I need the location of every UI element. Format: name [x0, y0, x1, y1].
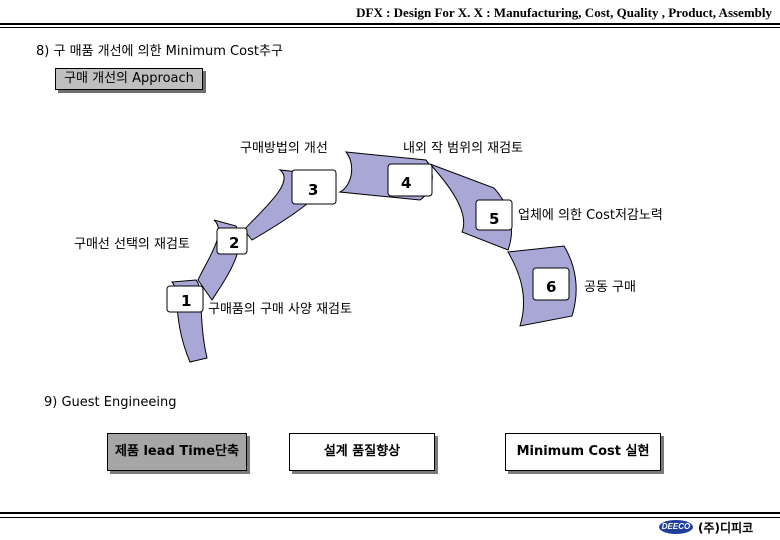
- footer-divider-thin: [0, 517, 780, 518]
- step-label-5: 업체에 의한 Cost저감노력: [518, 208, 663, 223]
- step-label-1: 구매품의 구매 사양 재검토: [208, 302, 352, 317]
- company-logo: DEECO: [659, 520, 693, 534]
- section-9-title: 9) Guest Engineeing: [44, 395, 177, 410]
- lead-time-box: 제품 lead Time단축: [107, 433, 247, 471]
- step-label-3: 구매방법의 개선: [240, 141, 328, 156]
- footer-divider: [0, 512, 780, 514]
- step-number-3: 3: [308, 181, 319, 199]
- step-label-4: 내외 작 범위의 재검토: [403, 141, 524, 156]
- minimum-cost-box: Minimum Cost 실현: [505, 433, 661, 471]
- step-label-6: 공동 구매: [584, 280, 636, 295]
- step-number-6: 6: [546, 278, 557, 296]
- step-label-2: 구매선 선택의 재검토: [74, 237, 190, 252]
- step-number-2: 2: [229, 234, 240, 252]
- company-name: (주)디피코: [698, 521, 754, 535]
- step-number-4: 4: [401, 174, 412, 192]
- step-number-5: 5: [489, 210, 500, 228]
- design-quality-box: 설계 품질향상: [289, 433, 435, 471]
- step-number-1: 1: [181, 292, 192, 310]
